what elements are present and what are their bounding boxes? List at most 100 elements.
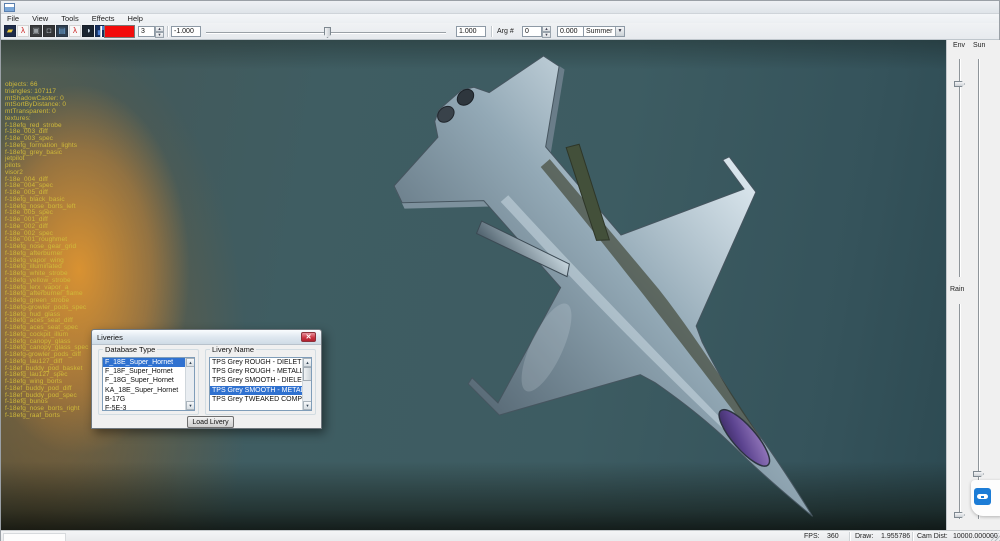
rain-slider-track[interactable] bbox=[954, 304, 965, 519]
livery-name-label: Livery Name bbox=[210, 345, 257, 354]
list-item[interactable]: F_18G_Super_Hornet bbox=[103, 376, 185, 385]
main-area: objects: 66 triangles: 107117 mtShadowCast… bbox=[1, 40, 1000, 530]
arg-slider-track[interactable] bbox=[206, 27, 446, 38]
rain-label: Rain bbox=[950, 286, 965, 293]
list-item[interactable]: TPS Grey ROUGH - METALLIC bbox=[210, 367, 311, 376]
menu-view[interactable]: View bbox=[32, 14, 48, 23]
menu-effects[interactable]: Effects bbox=[92, 14, 115, 23]
runner-red-icon[interactable]: λ bbox=[17, 25, 29, 37]
app-icon bbox=[4, 3, 15, 12]
color-swatch[interactable] bbox=[104, 25, 135, 38]
runner2-red-icon[interactable]: λ bbox=[69, 25, 81, 37]
livery-scrollbar[interactable]: ▲ ▼ bbox=[302, 358, 311, 410]
environment-panel: Env Sun Rain bbox=[946, 40, 1000, 530]
resize-grip[interactable] bbox=[991, 533, 1000, 541]
cam-dist-label: Cam Dist: bbox=[917, 533, 948, 540]
database-type-label: Database Type bbox=[103, 345, 158, 354]
arg-spinner-arrows[interactable]: ▲ ▼ bbox=[542, 26, 551, 38]
snapshot-icon-glyph: ◘ bbox=[46, 26, 52, 35]
scene-icon[interactable]: ▤ bbox=[56, 25, 68, 37]
status-left-box bbox=[3, 532, 66, 541]
list-item[interactable]: KA_18E_Super_Hornet bbox=[103, 386, 185, 395]
env-slider-track[interactable] bbox=[954, 59, 965, 277]
scroll-down-icon[interactable]: ▼ bbox=[186, 401, 194, 410]
env-label: Env bbox=[953, 42, 966, 49]
open-folder-icon-glyph: ▰ bbox=[6, 26, 14, 35]
toolbar-icons: ▰ λ ▣ ◘ ▤ λ ◑ ▞ bbox=[4, 25, 107, 37]
slider-max-field[interactable]: 1.000 bbox=[456, 26, 486, 37]
load-livery-button[interactable]: Load Livery bbox=[187, 416, 234, 428]
toolbar: ▰ λ ▣ ◘ ▤ λ ◑ ▞ 3 ▲ ▼ -1.000 1.000 Arg # 0 ▲ ▼ 0.… bbox=[1, 23, 999, 40]
model-stats-list: objects: 66 triangles: 107117 mtShadowCast… bbox=[5, 81, 88, 420]
season-selected-value: Summer bbox=[586, 28, 613, 35]
scroll-up-icon[interactable]: ▲ bbox=[186, 358, 194, 367]
open-folder-icon[interactable]: ▰ bbox=[4, 25, 16, 37]
camera-icon-glyph: ▣ bbox=[32, 26, 40, 35]
env-slider-thumb[interactable] bbox=[954, 81, 965, 87]
list-item[interactable]: TPS Grey ROUGH - DIELETRIC bbox=[210, 358, 311, 367]
spinner-down-icon[interactable]: ▼ bbox=[542, 32, 551, 38]
night-mode-icon[interactable]: ◑ bbox=[82, 25, 94, 37]
sun-slider-thumb[interactable] bbox=[973, 471, 984, 477]
scroll-up-icon[interactable]: ▲ bbox=[303, 358, 311, 367]
fps-label: FPS: bbox=[804, 533, 820, 540]
list-item[interactable]: F_18E_Super_Hornet bbox=[103, 358, 185, 368]
status-separator bbox=[849, 532, 850, 541]
arg-slider-thumb[interactable] bbox=[324, 27, 331, 38]
runner-red-icon-glyph: λ bbox=[21, 26, 25, 35]
spinner-down-icon[interactable]: ▼ bbox=[155, 32, 164, 38]
scene-icon-glyph: ▤ bbox=[58, 26, 66, 35]
snapshot-icon[interactable]: ◘ bbox=[43, 25, 55, 37]
slider-min-field[interactable]: -1.000 bbox=[171, 26, 201, 37]
scroll-down-icon[interactable]: ▼ bbox=[303, 401, 311, 410]
dialog-title-bar[interactable]: Liveries ✕ bbox=[92, 330, 321, 345]
menu-bar: File View Tools Effects Help bbox=[1, 14, 999, 23]
livery-name-listbox[interactable]: TPS Grey ROUGH - DIELETRIC TPS Grey ROUGH… bbox=[209, 357, 312, 411]
toolbar-separator bbox=[491, 26, 492, 37]
teamviewer-icon[interactable] bbox=[974, 488, 991, 505]
viewport-3d[interactable]: objects: 66 triangles: 107117 mtShadowCast… bbox=[1, 40, 946, 530]
menu-help[interactable]: Help bbox=[128, 14, 143, 23]
value-spinner-field[interactable]: 3 bbox=[138, 26, 155, 37]
stat-line: f-18efg_raaf_borts bbox=[5, 411, 60, 419]
arg-number-field[interactable]: 0 bbox=[522, 26, 542, 37]
database-type-group: Database Type F_18E_Super_Hornet F_18F_Su… bbox=[98, 345, 199, 415]
dialog-title: Liveries bbox=[97, 333, 123, 342]
app-window: File View Tools Effects Help ▰ λ ▣ ◘ ▤ λ ◑ ▞ 3 … bbox=[0, 0, 1000, 541]
list-item[interactable]: TPS Grey TWEAKED COMPOSITE bbox=[210, 395, 311, 404]
toolbar-separator bbox=[167, 26, 168, 37]
list-item[interactable]: F-5E-3 bbox=[103, 404, 185, 410]
list-item[interactable]: F_18F_Super_Hornet bbox=[103, 367, 185, 376]
database-scrollbar[interactable]: ▲ ▼ bbox=[185, 358, 194, 410]
database-type-listbox[interactable]: F_18E_Super_Hornet F_18F_Super_Hornet F_18… bbox=[102, 357, 195, 411]
menu-file[interactable]: File bbox=[7, 14, 19, 23]
fps-value: 360 bbox=[827, 533, 839, 540]
fuselage-wings bbox=[393, 55, 813, 517]
rain-slider-thumb[interactable] bbox=[954, 512, 965, 518]
draw-label: Draw: bbox=[855, 533, 874, 540]
chevron-down-icon[interactable]: ▼ bbox=[615, 27, 624, 36]
menu-tools[interactable]: Tools bbox=[61, 14, 79, 23]
toolbar-separator bbox=[100, 26, 101, 37]
value-spinner-arrows[interactable]: ▲ ▼ bbox=[155, 26, 164, 38]
status-bar: FPS: 360 Draw: 1.955786 Cam Dist: 10000.… bbox=[1, 530, 1000, 541]
close-icon[interactable]: ✕ bbox=[301, 332, 316, 342]
camera-icon[interactable]: ▣ bbox=[30, 25, 42, 37]
sun-label: Sun bbox=[973, 42, 986, 49]
status-separator bbox=[912, 532, 913, 541]
aircraft-model[interactable] bbox=[1, 40, 946, 530]
night-mode-icon-glyph: ◑ bbox=[85, 26, 91, 35]
sun-slider-track[interactable] bbox=[973, 59, 984, 519]
list-item[interactable]: TPS Grey SMOOTH - DIELETRIC bbox=[210, 376, 311, 385]
scroll-thumb[interactable] bbox=[303, 367, 311, 381]
arg-number-label: Arg # bbox=[497, 28, 514, 35]
season-dropdown[interactable]: Summer ▼ bbox=[583, 26, 625, 37]
remote-tool-flag[interactable] bbox=[971, 480, 1000, 516]
database-type-list: F_18E_Super_Hornet F_18F_Super_Hornet F_18… bbox=[103, 358, 185, 410]
list-item[interactable]: TPS Grey SMOOTH - METALLIC bbox=[210, 385, 311, 395]
title-bar[interactable] bbox=[1, 1, 999, 14]
livery-name-list: TPS Grey ROUGH - DIELETRIC TPS Grey ROUGH… bbox=[210, 358, 311, 404]
list-item[interactable]: B-17G bbox=[103, 395, 185, 404]
runner2-red-icon-glyph: λ bbox=[73, 26, 77, 35]
liveries-dialog[interactable]: Liveries ✕ Database Type F_18E_Super_Hor… bbox=[91, 329, 322, 429]
